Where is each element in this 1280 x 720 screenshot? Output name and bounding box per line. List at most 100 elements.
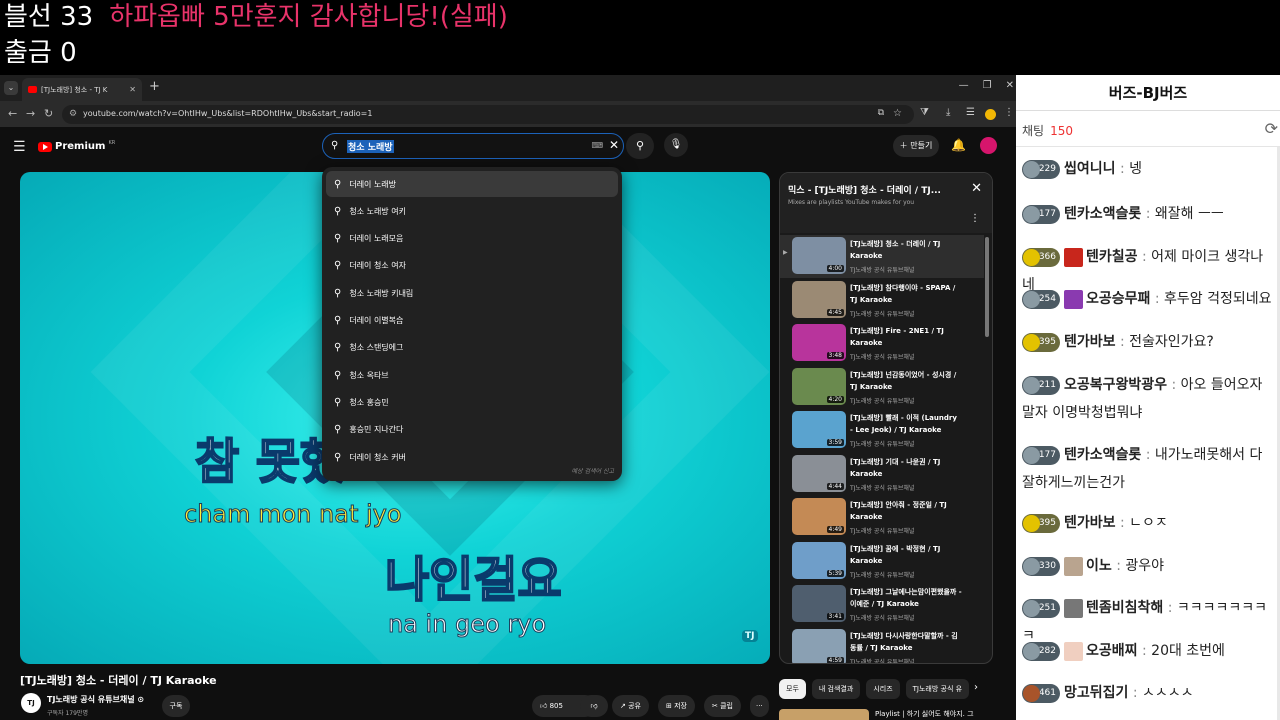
chat-nickname[interactable]: 이노 — [1086, 558, 1112, 574]
chat-text: 전술자인가요? — [1129, 334, 1214, 350]
subscribe-button[interactable]: 구독 — [162, 695, 190, 717]
channel-name[interactable]: TJ노래방 공식 유튜브채널 ⊙ — [47, 694, 144, 705]
playlist-item[interactable]: 4:44 [TJ노래방] 기대 - 나윤권 / TJ Karaoke TJ노래방 공… — [780, 453, 984, 496]
subscriber-count: 구독자 179만명 — [47, 710, 88, 717]
filter-chip[interactable]: TJ노래방 공식 유 — [905, 679, 970, 699]
user-level-badge: 395 — [1022, 332, 1060, 352]
suggestion-item[interactable]: ⚲ 더레이 노래모음 — [326, 226, 618, 252]
search-button[interactable]: ⚲ — [626, 133, 654, 159]
playlist-item[interactable]: 4:45 [TJ노래방] 참다행이야 - SPAPA / TJ Karaoke TJ… — [780, 279, 984, 322]
maximize-button[interactable]: ❐ — [983, 80, 992, 91]
extensions-icon[interactable]: ⧩ — [920, 107, 929, 118]
filter-chip[interactable]: 내 검색결과 — [811, 679, 861, 699]
new-tab-button[interactable]: + — [149, 79, 160, 94]
chat-nickname[interactable]: 텐카칠공 — [1086, 249, 1138, 265]
chips-next-icon[interactable]: › — [974, 682, 978, 693]
playlist-item[interactable]: 3:59 [TJ노래방] 빨래 - 이적 (Laundry - Lee Jeok)… — [780, 409, 984, 452]
browser-tab[interactable]: [TJ노래방] 청소 - TJ K ✕ — [22, 78, 142, 101]
bookmark-star-icon[interactable]: ☆ — [893, 108, 902, 119]
chat-nickname[interactable]: 씹여니니 — [1064, 161, 1116, 177]
filter-chip[interactable]: 시리즈 — [866, 679, 900, 699]
chat-nickname[interactable]: 오공승무패 — [1086, 291, 1150, 307]
browser-menu-icon[interactable]: ⋮ — [1004, 107, 1014, 118]
suggestion-item[interactable]: ⚲ 더레이 청소 여자 — [326, 253, 618, 279]
suggestion-text: 더레이 노래방 — [349, 179, 397, 189]
playlist-item[interactable]: 4:59 [TJ노래방] 다시사랑한다말할까 - 김동률 / TJ Karaoke… — [780, 627, 984, 663]
suggestion-item[interactable]: ⚲ 청소 스탠딩에그 — [326, 335, 618, 361]
tab-bar: ⌄ [TJ노래방] 청소 - TJ K ✕ + — ❐ ✕ — [0, 75, 1016, 101]
close-playlist-icon[interactable]: ✕ — [971, 181, 982, 196]
search-query: 청소 노래방 — [347, 140, 394, 153]
close-tab-icon[interactable]: ✕ — [129, 85, 136, 94]
search-input[interactable]: ⚲ 청소 노래방 ⌨ ✕ — [322, 133, 624, 159]
recommendation-item[interactable]: Playlist | 하기 싫어도 해야지. 그 — [779, 709, 991, 720]
playlist-item-title: [TJ노래방] 청소 - 더레이 / TJ Karaoke — [850, 240, 941, 260]
search-suggestions: ⚲ 더레이 노래방 ⚲ 청소 노래방 여키 ⚲ 더레이 노래모음 ⚲ 더레이 청소 여자 ⚲ 청소… — [322, 167, 622, 481]
clip-button[interactable]: ✂ 클립 — [704, 695, 741, 717]
keyboard-icon[interactable]: ⌨ — [591, 141, 603, 150]
create-button[interactable]: ＋ 만들기 — [893, 135, 939, 157]
forward-button[interactable]: → — [26, 107, 35, 121]
playlist-item[interactable]: 3:48 [TJ노래방] Fire - 2NE1 / TJ Karaoke TJ노래… — [780, 322, 984, 365]
playlist-item[interactable]: ▶ 4:00 [TJ노래방] 청소 - 더레이 / TJ Karaoke TJ노래방 … — [780, 235, 984, 278]
playlist-item[interactable]: 4:49 [TJ노래방] 안아줘 - 정준일 / TJ Karaoke TJ노래방 … — [780, 496, 984, 539]
clear-search-icon[interactable]: ✕ — [609, 138, 619, 152]
close-window-button[interactable]: ✕ — [1006, 80, 1014, 91]
youtube-premium-logo[interactable]: Premium KR — [38, 140, 115, 152]
suggestion-item[interactable]: ⚲ 청소 노래방 여키 — [326, 198, 618, 224]
account-avatar[interactable] — [980, 137, 997, 154]
video-duration: 4:44 — [826, 482, 844, 490]
suggestion-item[interactable]: ⚲ 청소 옥타브 — [326, 362, 618, 388]
address-bar[interactable]: ⚙ youtube.com/watch?v=OhtIHw_Ubs&list=RD… — [62, 105, 914, 124]
filter-chip[interactable]: 모두 — [779, 679, 806, 699]
playlist-item[interactable]: 5:39 [TJ노래방] 꿈에 - 박정현 / TJ Karaoke TJ노래방 공… — [780, 540, 984, 583]
user-level-badge: 251 — [1022, 598, 1060, 618]
playlist-title[interactable]: 믹스 - [TJ노래방] 청소 - 더레이 / TJ... — [788, 183, 941, 196]
share-button[interactable]: ↗ 공유 — [612, 695, 649, 717]
voice-search-icon[interactable]: 🎙 — [664, 133, 688, 157]
playlist-item-title: [TJ노래방] 그날에나는맘이편했을까 - 이예준 / TJ Karaoke — [850, 588, 962, 608]
playlist-more-icon[interactable]: ⋮ — [970, 213, 980, 224]
reload-button[interactable]: ↻ — [44, 107, 53, 121]
chat-nickname[interactable]: 망고뒤집기 — [1064, 685, 1128, 701]
playlist-header: 믹스 - [TJ노래방] 청소 - 더레이 / TJ... Mixes are … — [780, 173, 992, 233]
chat-separator: : — [1115, 334, 1130, 350]
dislike-button[interactable]: 👎︎ — [580, 695, 608, 717]
reading-list-icon[interactable]: ☰ — [966, 107, 975, 118]
chat-nickname[interactable]: 텐가바보 — [1064, 515, 1116, 531]
suggestion-item[interactable]: ⚲ 더레이 노래방 — [326, 171, 618, 197]
minimize-button[interactable]: — — [959, 80, 969, 91]
install-app-icon[interactable]: ⧉ — [878, 108, 884, 118]
video-duration: 4:49 — [826, 526, 844, 533]
back-button[interactable]: ← — [8, 107, 17, 121]
search-icon: ⚲ — [334, 451, 342, 463]
suggestion-item[interactable]: ⚲ 청소 홍승민 — [326, 389, 618, 415]
chat-nickname[interactable]: 오공배찌 — [1086, 643, 1138, 659]
user-avatar — [1064, 598, 1083, 618]
more-actions-button[interactable]: ··· — [750, 695, 769, 717]
playlist-item-title: [TJ노래방] Fire - 2NE1 / TJ Karaoke — [850, 327, 944, 347]
channel-avatar[interactable]: TJ — [21, 693, 41, 713]
suggestion-item[interactable]: ⚲ 더레이 이별복습 — [326, 308, 618, 334]
notifications-bell-icon[interactable]: 🔔 — [951, 138, 966, 152]
refresh-icon[interactable]: ⟳ — [1265, 119, 1278, 138]
playlist-item[interactable]: 4:20 [TJ노래방] 넌감동이었어 - 성시경 / TJ Karaoke TJ노… — [780, 366, 984, 409]
video-thumbnail: 5:39 — [792, 541, 846, 579]
save-button[interactable]: ⊞ 저장 — [658, 695, 695, 717]
playlist-item[interactable]: 3:41 [TJ노래방] 그날에나는맘이편했을까 - 이예준 / TJ Karao… — [780, 583, 984, 626]
menu-hamburger-icon[interactable]: ☰ — [13, 139, 26, 155]
chat-nickname[interactable]: 텐카소액슬롯 — [1064, 447, 1141, 463]
chat-nickname[interactable]: 텐좀비침착해 — [1086, 600, 1163, 616]
chat-nickname[interactable]: 텐가바보 — [1064, 334, 1116, 350]
tab-search-button[interactable]: ⌄ — [4, 81, 18, 95]
playlist-scrollbar[interactable] — [985, 237, 989, 337]
suggestion-item[interactable]: ⚲ 홍승민 지나간다 — [326, 417, 618, 443]
download-icon[interactable]: ⤓ — [946, 107, 950, 118]
suggestion-item[interactable]: ⚲ 청소 노래방 키내림 — [326, 280, 618, 306]
suggestion-text: 홍승민 지나간다 — [349, 425, 404, 435]
site-info-icon[interactable]: ⚙ — [69, 109, 77, 119]
browser-profile-avatar[interactable] — [985, 109, 996, 120]
chat-nickname[interactable]: 텐카소액슬롯 — [1064, 206, 1141, 222]
report-suggestions-link[interactable]: 예상 검색어 신고 — [572, 466, 614, 475]
chat-nickname[interactable]: 오공복구왕박광우 — [1064, 377, 1167, 393]
